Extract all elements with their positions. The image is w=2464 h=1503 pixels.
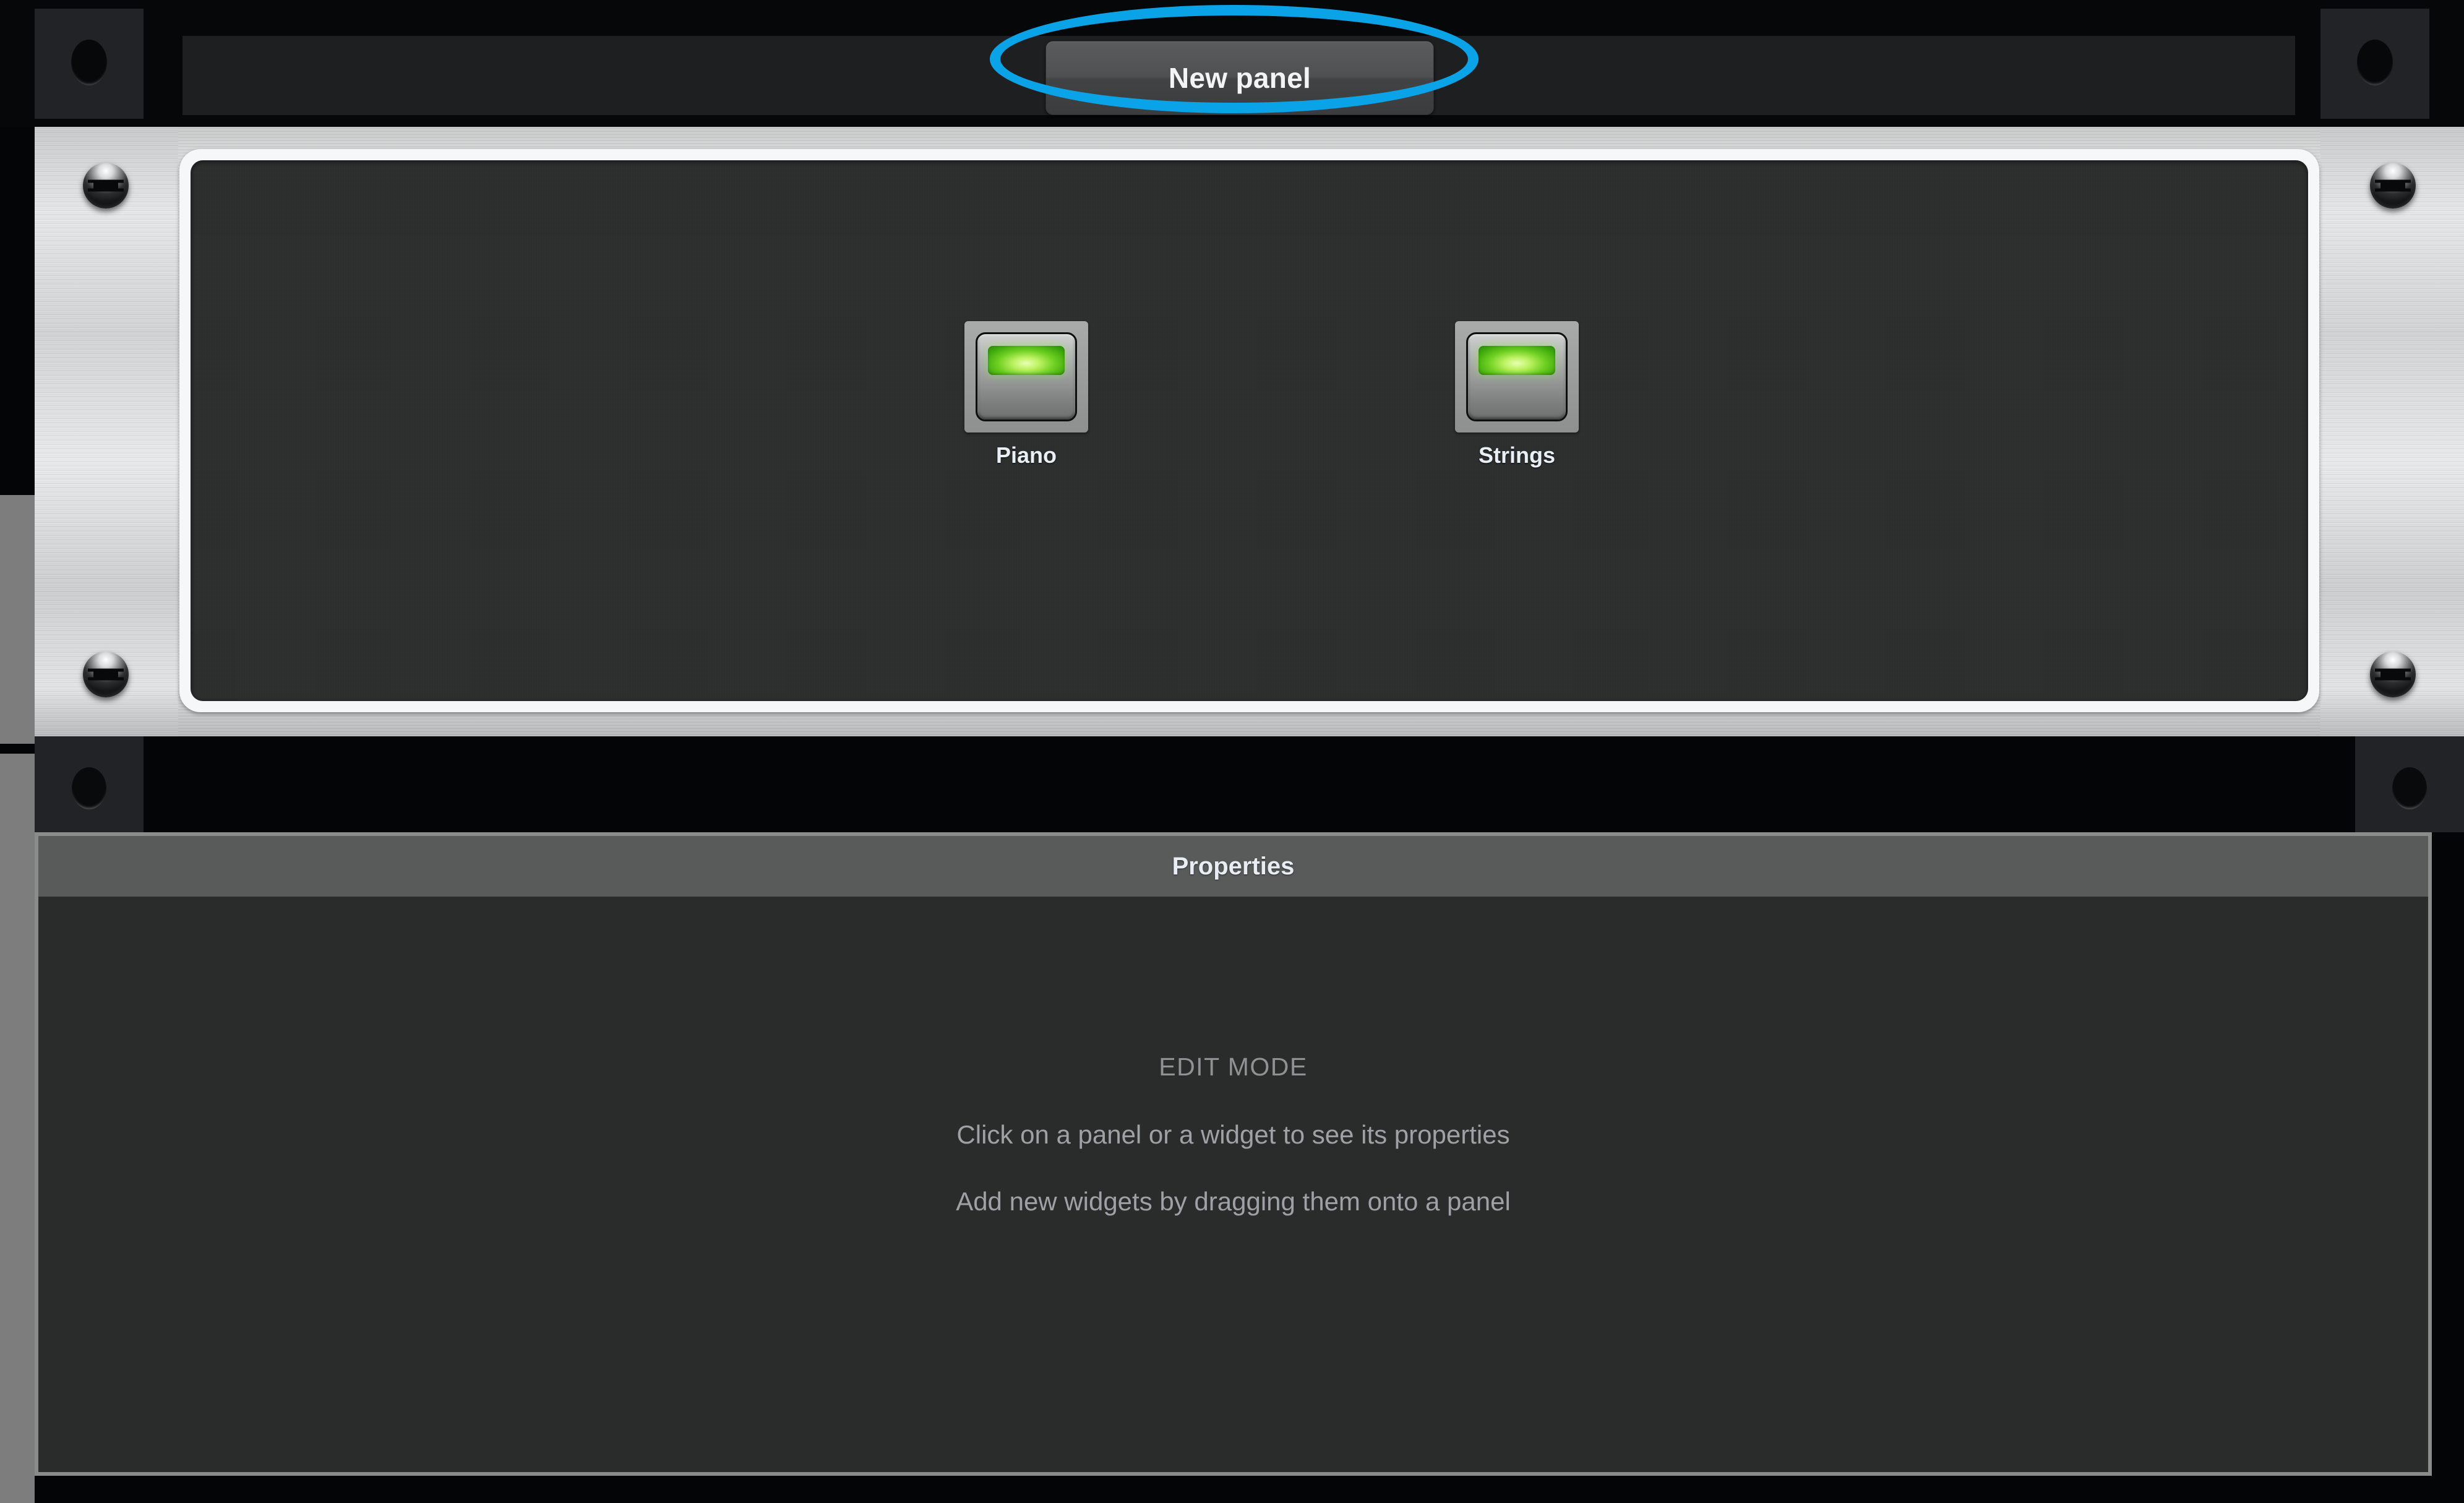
properties-body: EDIT MODE Click on a panel or a widget t…	[38, 897, 2428, 1472]
widget-label: Strings	[1478, 442, 1555, 468]
rack-hole-column-right-top	[2320, 9, 2429, 119]
screw-icon-bottom-right	[2370, 652, 2416, 697]
rack-hole-icon	[72, 767, 106, 809]
rack-hole-column-left-bottom	[35, 736, 144, 832]
led-button-face	[1466, 332, 1568, 421]
screw-icon-top-right	[2370, 163, 2416, 209]
rack-rail-right	[2320, 127, 2464, 736]
led-indicator-icon	[1479, 346, 1555, 376]
panel-surface[interactable]: Piano Strings	[191, 160, 2308, 701]
widget-piano[interactable]: Piano	[964, 321, 1088, 468]
rack-hole-column-left-top	[35, 9, 144, 119]
rack-hole-icon	[2392, 767, 2427, 809]
rack-hole-icon	[71, 40, 107, 85]
rack-hole-icon	[2357, 40, 2393, 85]
led-button-face	[976, 332, 1077, 421]
led-button-icon[interactable]	[1455, 321, 1579, 433]
new-panel-button[interactable]: New panel	[1045, 41, 1434, 115]
page-gutter-upper	[0, 495, 35, 744]
edit-mode-label: EDIT MODE	[1159, 1053, 1308, 1081]
page-gutter-lower	[0, 754, 35, 1503]
properties-title: Properties	[38, 836, 2428, 897]
rack-unit: Piano Strings	[35, 127, 2464, 736]
properties-pane: Properties EDIT MODE Click on a panel or…	[35, 832, 2432, 1476]
led-button-icon[interactable]	[964, 321, 1088, 433]
properties-hint-2: Add new widgets by dragging them onto a …	[956, 1187, 1511, 1216]
screw-icon-bottom-left	[83, 652, 129, 697]
widget-label: Piano	[995, 442, 1057, 468]
rack-rail-left	[35, 127, 178, 736]
rack-hole-column-right-bottom	[2355, 736, 2464, 832]
led-indicator-icon	[988, 346, 1065, 376]
screw-icon-top-left	[83, 163, 129, 209]
rack-lower-band	[35, 736, 2464, 832]
toolbar-band: New panel	[0, 0, 2464, 127]
properties-hint-1: Click on a panel or a widget to see its …	[956, 1120, 1510, 1149]
app-root: New panel Piano Strings Properties EDIT …	[0, 0, 2464, 1503]
panel[interactable]: Piano Strings	[179, 149, 2319, 712]
widget-container: Piano Strings	[191, 160, 2308, 701]
widget-strings[interactable]: Strings	[1455, 321, 1579, 468]
